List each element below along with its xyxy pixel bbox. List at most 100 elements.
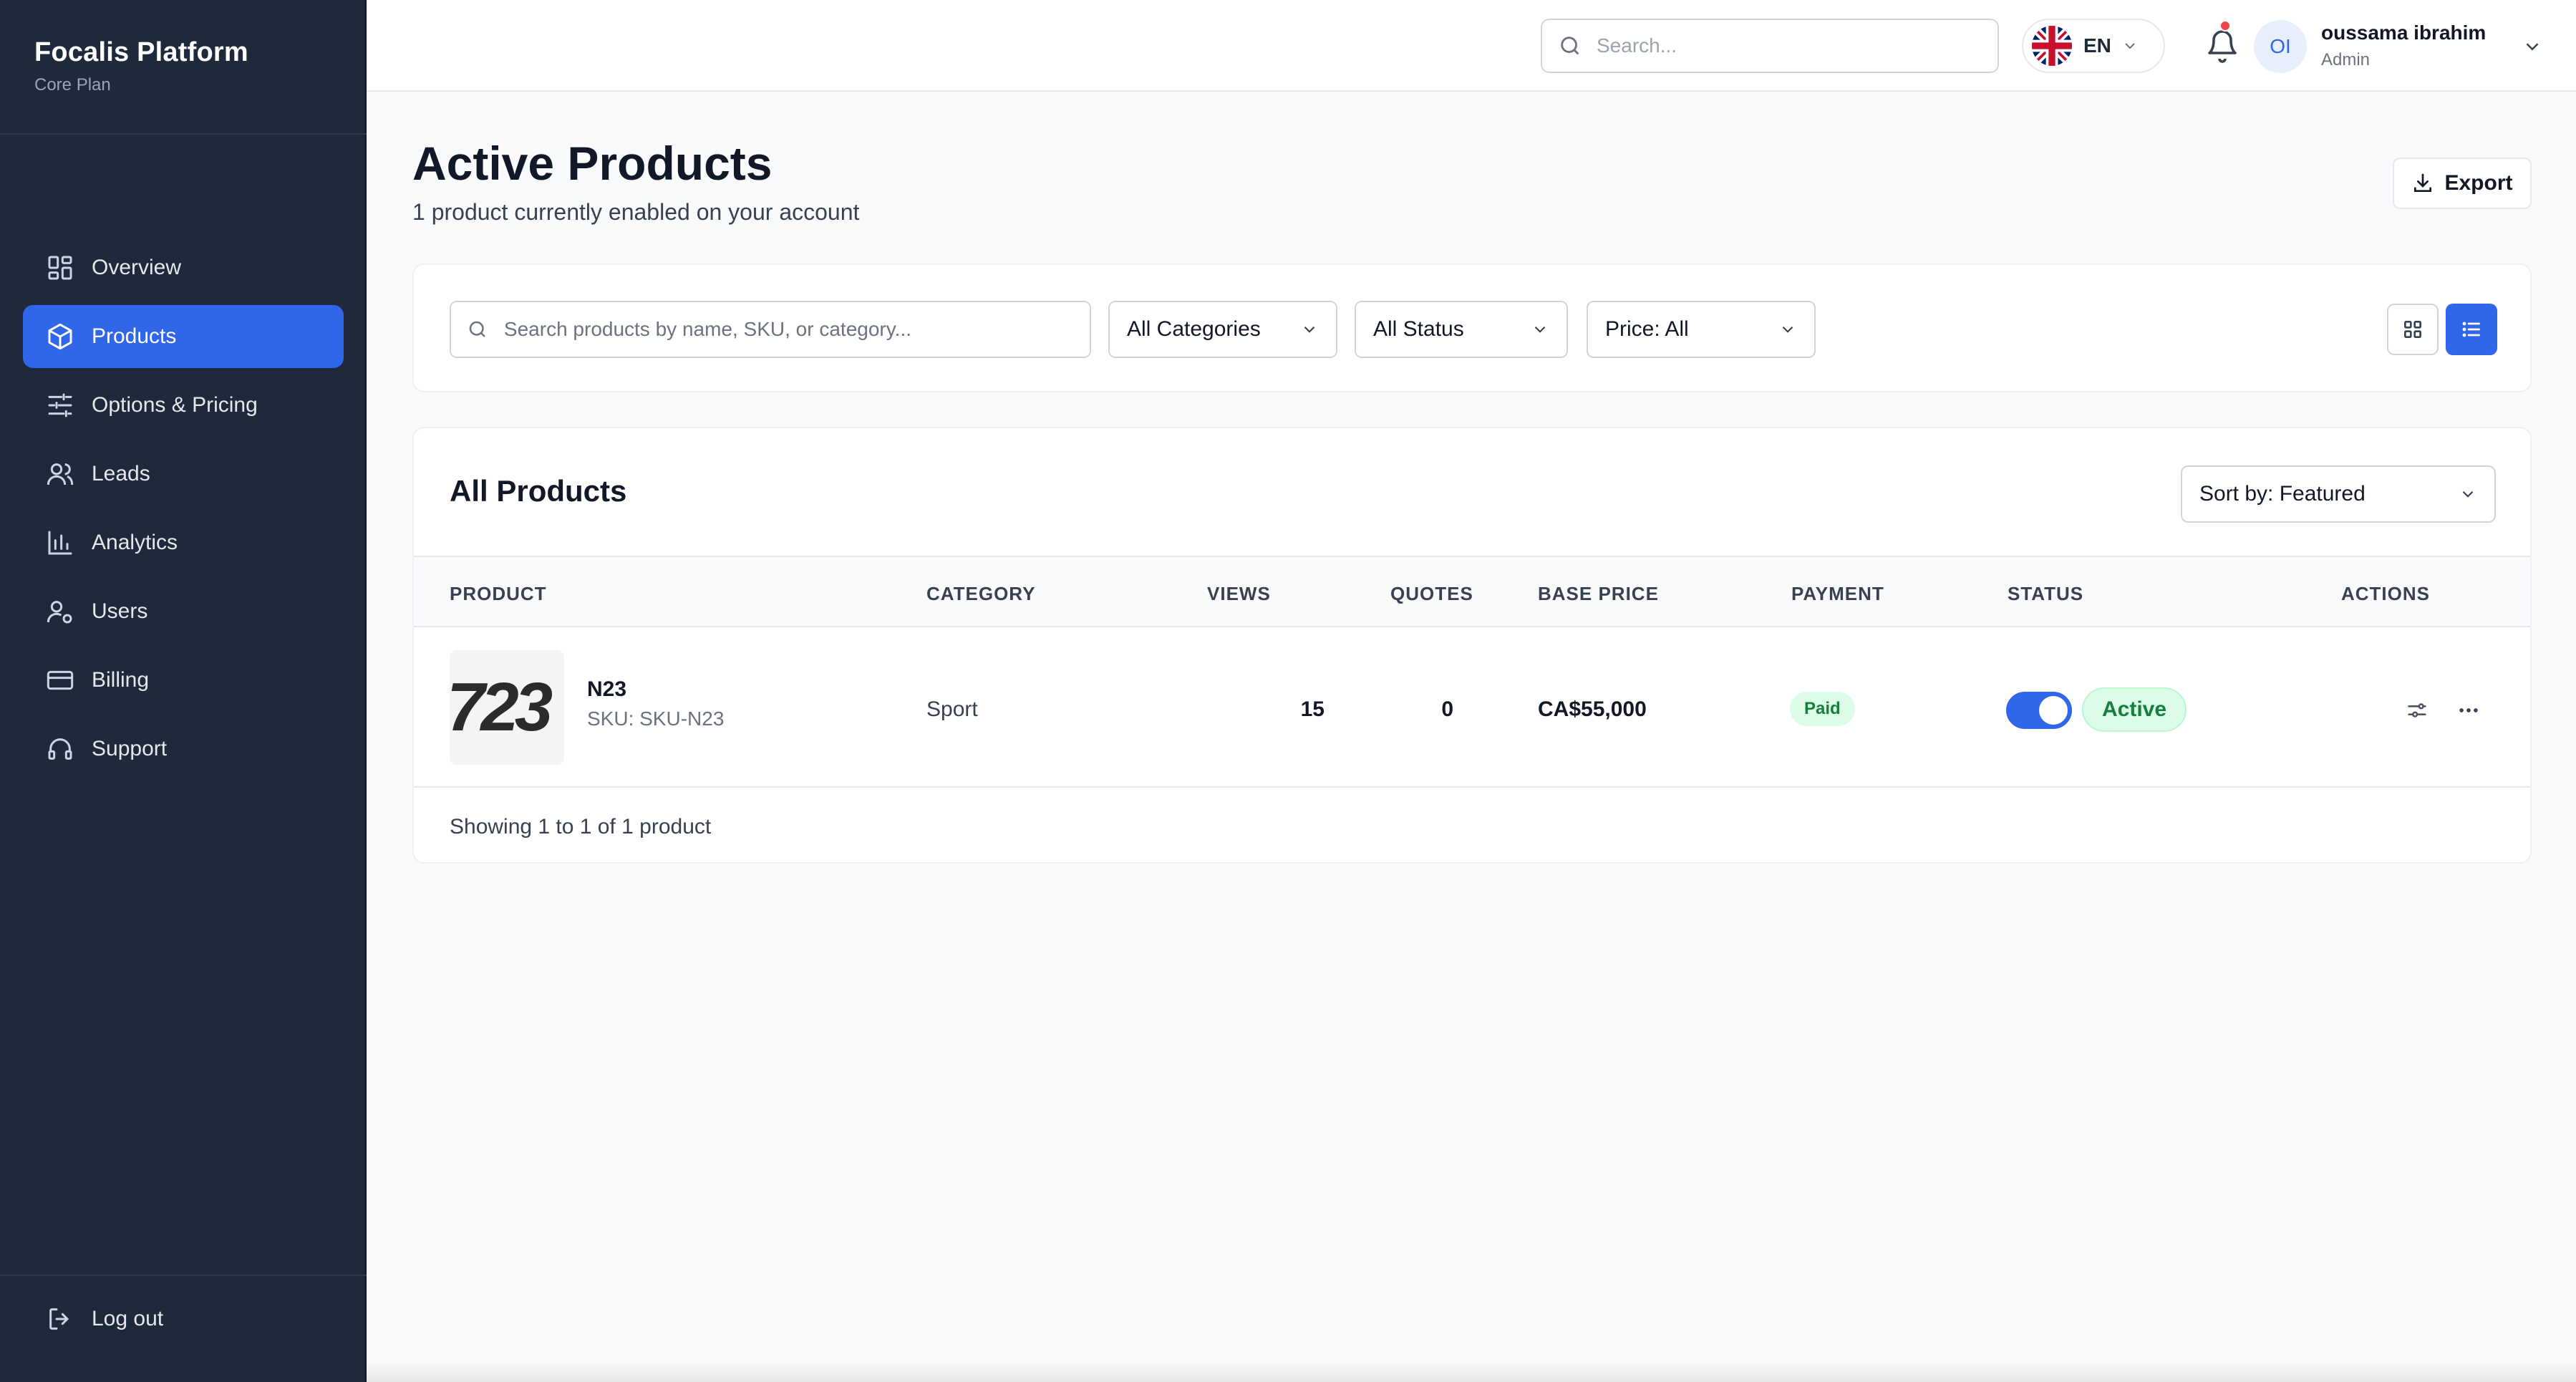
product-views: 15 <box>1300 697 1325 721</box>
sidebar-item-overview[interactable]: Overview <box>23 236 344 299</box>
sidebar: Focalis Platform Core Plan Overview Prod… <box>0 0 367 1382</box>
more-horizontal-icon <box>2459 708 2478 712</box>
column-header-payment[interactable]: PAYMENT <box>1791 583 1884 605</box>
sidebar-item-products[interactable]: Products <box>23 305 344 368</box>
sidebar-item-analytics[interactable]: Analytics <box>23 511 344 574</box>
product-search[interactable] <box>450 301 1091 358</box>
sidebar-item-label: Overview <box>92 256 182 279</box>
user-role: Admin <box>2321 50 2371 69</box>
export-button[interactable]: Export <box>2393 158 2532 209</box>
topbar: EN OI oussama ibrahim Admin <box>367 0 2576 92</box>
logout-icon <box>49 1308 69 1330</box>
status-badge: Active <box>2082 687 2187 732</box>
language-selector[interactable]: EN <box>2022 19 2165 73</box>
search-icon <box>1561 37 1579 55</box>
chevron-down-icon <box>1304 326 1315 333</box>
list-view-button[interactable] <box>2446 304 2497 355</box>
notification-dot <box>2219 20 2231 32</box>
brand-title: Focalis Platform <box>34 37 248 67</box>
sort-select-value: Sort by: Featured <box>2199 482 2366 506</box>
list-icon <box>2462 322 2480 337</box>
sidebar-divider <box>0 1275 367 1276</box>
category-filter-value: All Categories <box>1127 317 1261 341</box>
status-filter[interactable]: All Status <box>1355 301 1568 358</box>
sidebar-item-label: Users <box>92 599 148 623</box>
sidebar-item-users[interactable]: Users <box>23 580 344 643</box>
product-search-input[interactable] <box>503 318 1090 341</box>
export-label: Export <box>2444 171 2513 195</box>
category-filter[interactable]: All Categories <box>1108 301 1337 358</box>
sidebar-item-leads[interactable]: Leads <box>23 443 344 506</box>
product-sku: SKU: SKU-N23 <box>587 707 725 730</box>
logout-label: Log out <box>92 1307 164 1330</box>
column-header-status[interactable]: STATUS <box>2008 583 2083 605</box>
product-quotes: 0 <box>1441 697 1453 721</box>
credit-card-icon <box>46 666 74 695</box>
table-header: PRODUCT CATEGORY VIEWS QUOTES BASE PRICE… <box>414 556 2530 627</box>
app-root: Focalis Platform Core Plan Overview Prod… <box>0 0 2576 1382</box>
page-subtitle: 1 product currently enabled on your acco… <box>412 199 860 225</box>
pagination-summary: Showing 1 to 1 of 1 product <box>450 815 712 839</box>
bar-chart-icon <box>46 528 74 557</box>
sidebar-item-support[interactable]: Support <box>23 717 344 781</box>
product-thumbnail: 723 <box>450 650 564 765</box>
configure-button[interactable] <box>2400 693 2434 728</box>
search-icon <box>469 321 485 337</box>
status-filter-value: All Status <box>1373 317 1464 341</box>
filters-card: All Categories All Status Price: All <box>412 264 2532 392</box>
status-toggle[interactable] <box>2006 692 2072 729</box>
brand-plan: Core Plan <box>34 75 111 95</box>
product-base-price: CA$55,000 <box>1538 697 1647 721</box>
global-search[interactable] <box>1541 19 1999 73</box>
user-name[interactable]: oussama ibrahim <box>2321 21 2486 44</box>
sidebar-item-billing[interactable]: Billing <box>23 649 344 712</box>
sidebar-item-label: Support <box>92 737 168 760</box>
toggle-knob <box>2039 696 2068 725</box>
grid-view-button[interactable] <box>2387 304 2439 355</box>
price-filter-value: Price: All <box>1605 317 1689 341</box>
brand: Focalis Platform Core Plan <box>34 37 248 95</box>
bell-icon <box>2208 30 2237 63</box>
column-header-actions: ACTIONS <box>2341 583 2430 604</box>
products-card: All Products Sort by: Featured PRODUCT C… <box>412 427 2532 864</box>
sidebar-item-label: Options & Pricing <box>92 393 258 417</box>
avatar[interactable]: OI <box>2254 20 2307 73</box>
chevron-down-icon <box>1782 326 1793 333</box>
chevron-down-icon <box>2462 491 2474 498</box>
column-header-category[interactable]: CATEGORY <box>926 583 1035 605</box>
sort-select[interactable]: Sort by: Featured <box>2181 465 2496 523</box>
sidebar-item-label: Leads <box>92 462 150 485</box>
column-header-base-price[interactable]: BASE PRICE <box>1538 583 1659 605</box>
uk-flag-icon <box>2032 26 2072 66</box>
bottom-shadow <box>367 1361 2576 1382</box>
product-category: Sport <box>926 697 978 721</box>
payment-badge: Paid <box>1790 692 1855 726</box>
sidebar-item-options-pricing[interactable]: Options & Pricing <box>23 374 344 437</box>
table-row[interactable]: 723 N23 SKU: SKU-N23 Sport 15 0 CA$55,00… <box>414 627 2530 788</box>
notifications-button[interactable] <box>2205 29 2240 63</box>
more-actions-button[interactable] <box>2451 693 2486 728</box>
column-header-product[interactable]: PRODUCT <box>450 583 547 605</box>
column-header-quotes[interactable]: QUOTES <box>1390 583 1473 605</box>
thumbnail-text: 723 <box>450 669 553 745</box>
language-code: EN <box>2083 34 2111 57</box>
download-icon <box>2414 173 2432 192</box>
sidebar-nav: Overview Products Options & Pricing Lead… <box>23 236 344 786</box>
column-header-views[interactable]: VIEWS <box>1207 583 1271 605</box>
chevron-down-icon <box>1534 326 1546 333</box>
chevron-down-icon <box>2125 43 2135 49</box>
page-title: Active Products <box>412 137 773 190</box>
users-icon <box>46 460 74 488</box>
sidebar-item-label: Products <box>92 324 177 348</box>
sliders-icon <box>2408 703 2426 717</box>
headset-icon <box>46 735 74 763</box>
sidebar-item-label: Analytics <box>92 531 178 554</box>
user-gear-icon <box>46 597 74 626</box>
dashboard-icon <box>46 253 74 282</box>
global-search-input[interactable] <box>1597 34 1983 57</box>
price-filter[interactable]: Price: All <box>1587 301 1816 358</box>
chevron-down-icon[interactable] <box>2522 36 2543 57</box>
logout-button[interactable]: Log out <box>46 1305 163 1333</box>
product-name[interactable]: N23 <box>587 677 626 702</box>
grid-icon <box>2404 321 2421 338</box>
